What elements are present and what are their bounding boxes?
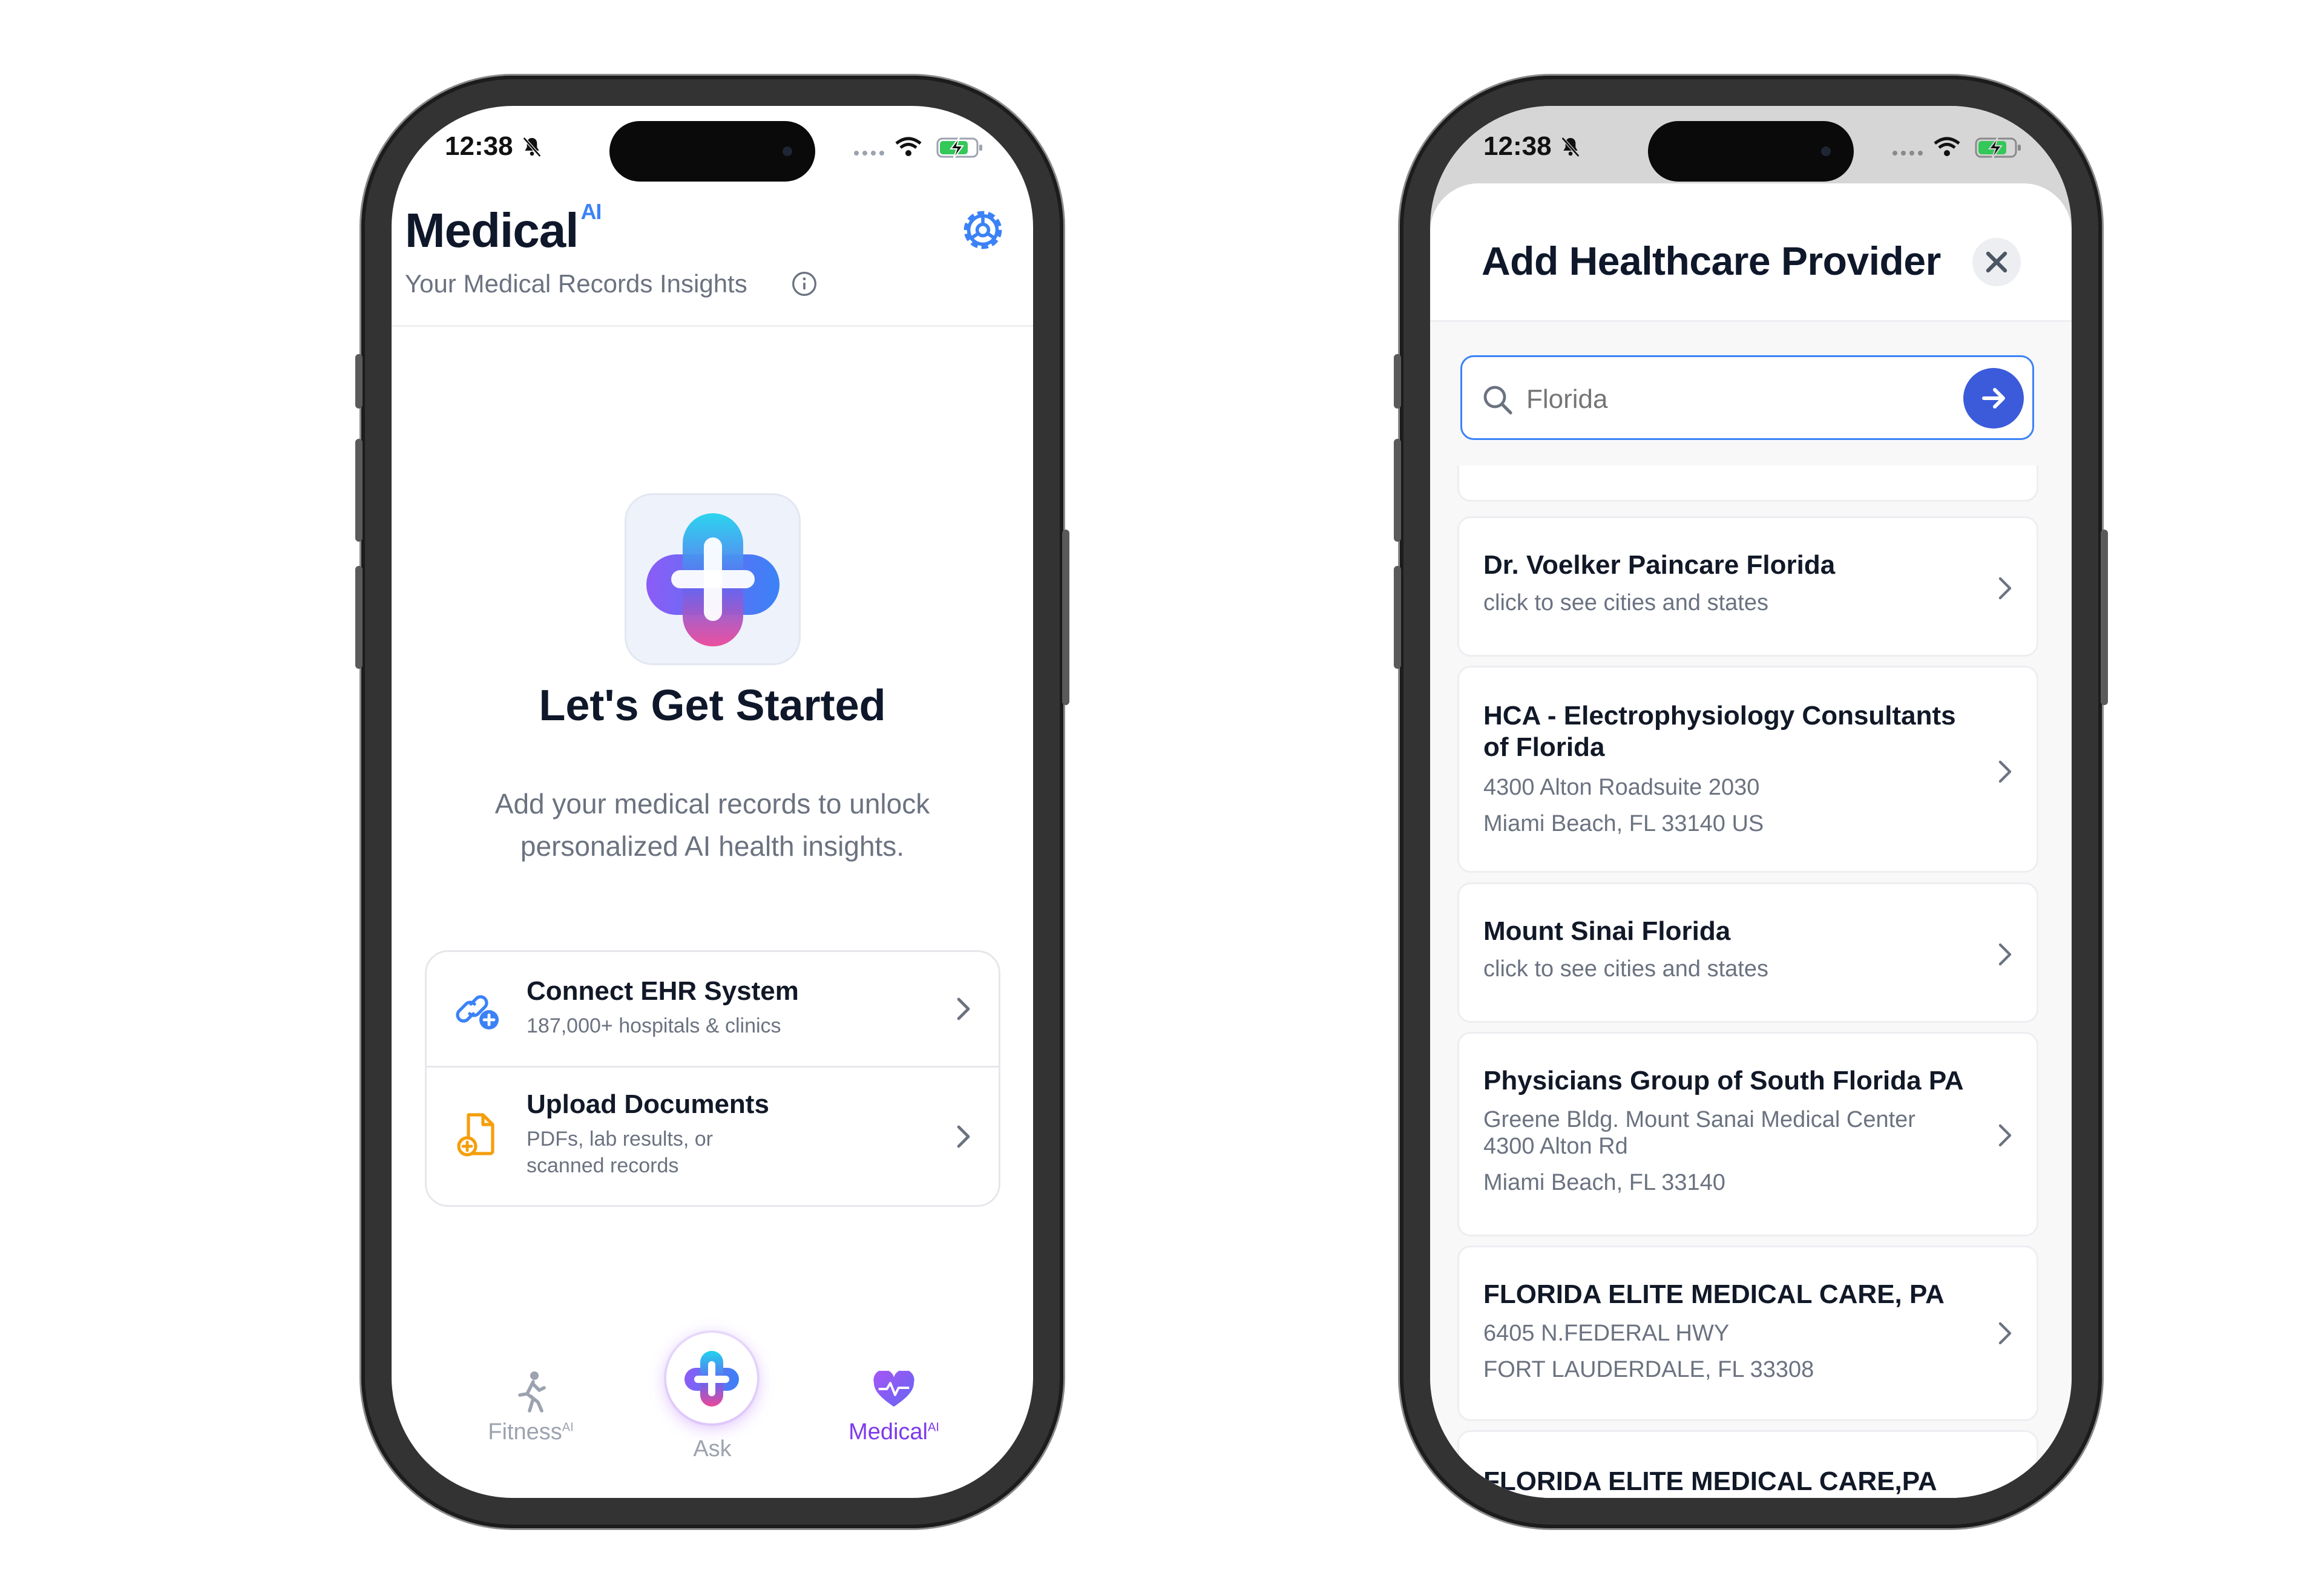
link-plus-icon [454,985,502,1033]
upload-documents-title: Upload Documents [527,1089,769,1119]
result-detail: Miami Beach, FL 33140 US [1483,811,1764,836]
chevron-right-icon [1997,941,2014,968]
chevron-right-icon [1997,575,2014,602]
volume-down-button [1394,566,1401,669]
tab-fitness-label: Fitness [488,1419,562,1445]
tab-medical[interactable]: MedicalAI [827,1369,960,1445]
connect-ehr-title: Connect EHR System [527,976,799,1006]
ask-button[interactable] [666,1333,757,1423]
chevron-right-icon [955,996,973,1022]
result-title: FLORIDA ELITE MEDICAL CARE, PA [1483,1279,1945,1309]
result-title-line1: HCA - Electrophysiology Consultants [1483,701,1956,731]
heart-pulse-icon [827,1369,960,1419]
result-detail: 6405 N.FEDERAL HWY [1483,1321,1730,1346]
sheet-header: Add Healthcare Provider [1430,183,2072,320]
wifi-icon [1934,137,1960,156]
result-card[interactable]: Dr. Voelker Paincare Florida click to se… [1457,516,2038,657]
header-divider [392,325,1033,327]
document-plus-icon [454,1110,502,1158]
result-card[interactable]: Physicians Group of South Florida PA Gre… [1457,1032,2038,1236]
result-card[interactable]: FLORIDA ELITE MEDICAL CARE,PA [1457,1430,2038,1498]
result-title-line2: of Florida [1483,732,1605,762]
settings-gear-icon[interactable] [956,203,1010,257]
mute-switch [355,354,363,409]
connect-ehr-option[interactable]: Connect EHR System 187,000+ hospitals & … [427,952,999,1066]
result-card[interactable]: Mount Sinai Florida click to see cities … [1457,882,2038,1023]
bell-slash-icon [1558,135,1583,162]
result-detail: click to see cities and states [1483,956,1768,982]
tab-fitness[interactable]: FitnessAI [464,1371,597,1445]
tab-ask-label[interactable]: Ask [646,1436,779,1462]
result-card-partial [1457,465,2038,502]
app-subtitle: Your Medical Records Insights [405,269,747,298]
bell-slash-icon [520,135,544,162]
wifi-icon [895,137,922,156]
screen-add-provider: 12:38 Add Healthcare Provider Florida Dr… [1430,106,2072,1498]
phone-provider-screen: 12:38 Add Healthcare Provider Florida Dr… [1394,76,2108,1528]
dynamic-island [1648,121,1854,182]
chevron-right-icon [1997,1320,2014,1347]
arrow-right-icon [1982,388,2005,409]
result-title: Physicians Group of South Florida PA [1483,1066,1964,1095]
volume-up-button [1394,439,1401,542]
result-detail: click to see cities and states [1483,590,1768,616]
status-time: 12:38 [445,131,513,161]
signal-dots-icon [854,151,884,156]
upload-documents-subtitle-line1: PDFs, lab results, or [527,1128,713,1151]
result-title: FLORIDA ELITE MEDICAL CARE,PA [1483,1466,1937,1496]
mute-switch [1394,354,1401,409]
close-button[interactable] [1972,238,2021,286]
chevron-right-icon [955,1123,973,1150]
result-detail: Miami Beach, FL 33140 [1483,1170,1725,1195]
add-records-options-card: Connect EHR System 187,000+ hospitals & … [425,950,1000,1207]
search-icon [1482,384,1513,415]
screen-medical: 12:38 Medical AI Your Medical Records Ins… [392,106,1033,1498]
upload-documents-option[interactable]: Upload Documents PDFs, lab results, or s… [427,1068,999,1205]
tab-medical-label: Medical [849,1419,928,1445]
result-card[interactable]: FLORIDA ELITE MEDICAL CARE, PA 6405 N.FE… [1457,1246,2038,1421]
search-submit-button[interactable] [1963,368,2024,428]
result-detail: Greene Bldg. Mount Sanai Medical Center [1483,1107,1915,1132]
app-logo-tile [625,493,801,665]
search-box [1460,355,2034,440]
ai-badge: AI [580,199,602,224]
hero-title: Let's Get Started [539,681,886,730]
result-detail: FORT LAUDERDALE, FL 33308 [1483,1357,1814,1382]
signal-dots-icon [1892,151,1923,156]
chevron-right-icon [1997,758,2014,785]
app-title: Medical AI [405,199,602,257]
medical-cross-logo-icon [646,513,780,646]
upload-documents-subtitle-line2: scanned records [527,1154,679,1177]
close-icon [1986,251,2007,273]
search-input[interactable] [1525,375,1951,424]
add-provider-sheet: Add Healthcare Provider Dr. Voelker Pain… [1430,183,2072,1498]
result-card[interactable]: HCA - Electrophysiology Consultants of F… [1457,666,2038,873]
battery-charging-icon [936,137,982,160]
status-icons [853,135,986,160]
chevron-right-icon [1997,1122,2014,1149]
connect-ehr-subtitle: 187,000+ hospitals & clinics [527,1014,781,1037]
result-title: Mount Sinai Florida [1483,916,1731,946]
status-icons [1891,135,2024,160]
phone-medical-screen: 12:38 Medical AI Your Medical Records Ins… [355,76,1069,1528]
power-button [1062,530,1069,705]
running-figure-icon [464,1371,597,1419]
medical-cross-logo-icon [684,1351,739,1407]
status-time: 12:38 [1483,131,1552,161]
result-detail: 4300 Alton Rd [1483,1134,1628,1159]
result-detail: 4300 Alton Roadsuite 2030 [1483,775,1760,800]
info-icon[interactable] [791,271,818,297]
result-title: Dr. Voelker Paincare Florida [1483,550,1836,580]
power-button [2101,530,2108,705]
sheet-divider [1430,320,2072,322]
volume-up-button [355,439,363,542]
dynamic-island [609,121,815,182]
sheet-title: Add Healthcare Provider [1482,238,1941,283]
hero-description: Add your medical records to unlock perso… [494,788,930,862]
battery-charging-icon [1975,137,2021,160]
volume-down-button [355,566,363,669]
